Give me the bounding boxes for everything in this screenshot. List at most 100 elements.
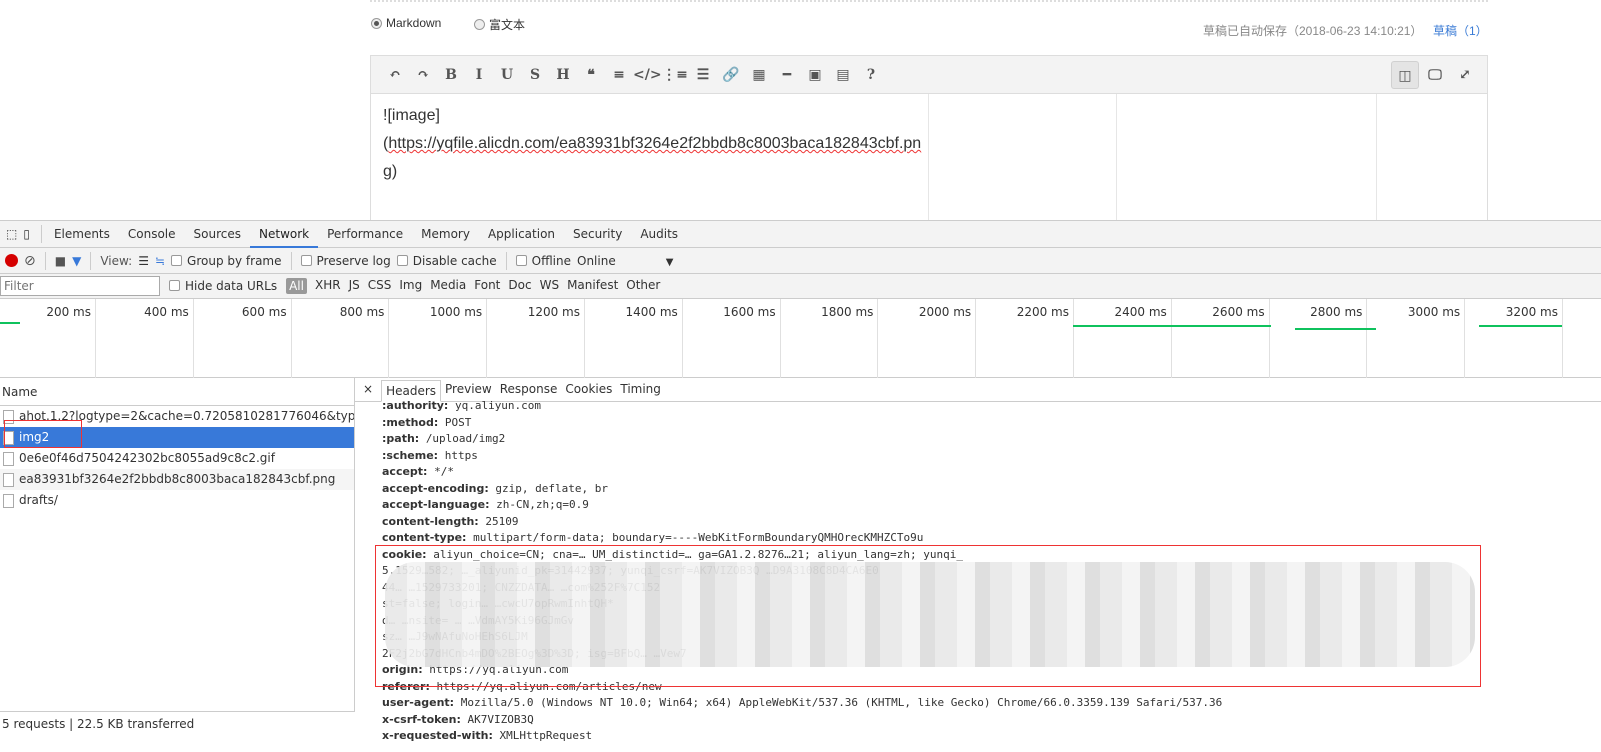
clear-icon[interactable]: ⊘ bbox=[24, 253, 36, 269]
close-icon[interactable]: × bbox=[355, 379, 381, 401]
split-view-icon[interactable]: ◫ bbox=[1391, 61, 1419, 89]
file-icon[interactable]: ▤ bbox=[829, 67, 857, 83]
header-line: content-type: multipart/form-data; bound… bbox=[382, 530, 1592, 547]
bold-icon[interactable]: B bbox=[437, 67, 465, 83]
ordered-list-icon[interactable]: ⋮≡ bbox=[661, 67, 689, 83]
throttle-select[interactable]: Online ▼ bbox=[577, 254, 673, 268]
content-text: ) bbox=[391, 163, 398, 180]
view-toggles: ◫ 🖵 ⤢ bbox=[1391, 61, 1479, 89]
mode-markdown-radio[interactable]: Markdown bbox=[371, 16, 441, 30]
tab-audits[interactable]: Audits bbox=[631, 221, 687, 248]
header-value: /upload/img2 bbox=[425, 432, 506, 445]
content-line: ![image] bbox=[383, 107, 440, 124]
request-row[interactable]: ea83931bf3264e2f2bbdb8c8003baca182843cbf… bbox=[0, 469, 354, 490]
divider bbox=[44, 251, 46, 270]
timeline-gridline bbox=[388, 299, 390, 378]
divider bbox=[90, 251, 92, 270]
fullscreen-icon[interactable]: ⤢ bbox=[1451, 61, 1479, 89]
timeline-gridline bbox=[486, 299, 488, 378]
header-line: :scheme: https bbox=[382, 448, 1592, 465]
request-row[interactable]: drafts/ bbox=[0, 490, 354, 511]
filter-icon[interactable]: ▼ bbox=[72, 254, 81, 268]
align-center-icon[interactable]: ≡ bbox=[605, 67, 633, 83]
editor-textarea[interactable]: ![image] (https://yqfile.alicdn.com/ea83… bbox=[383, 102, 923, 186]
file-icon bbox=[3, 472, 14, 487]
header-value: POST bbox=[444, 415, 472, 429]
name-column-header[interactable]: Name bbox=[0, 378, 354, 406]
redacted-area bbox=[385, 562, 1475, 667]
markdown-editor: ↶ ↷ B I U S H ❝ ≡ </> ⋮≡ ☰ 🔗 ▦ ━ ▣ ▤? ◫ 🖵 ⤢ ![image] (ht… bbox=[370, 55, 1488, 220]
drafts-link[interactable]: 草稿（1） bbox=[1433, 22, 1488, 39]
hr-icon[interactable]: ━ bbox=[773, 67, 801, 83]
header-name: x-requested-with: bbox=[382, 729, 493, 742]
heading-icon[interactable]: H bbox=[549, 67, 577, 83]
filter-type-doc[interactable]: Doc bbox=[508, 278, 531, 294]
mode-richtext-radio[interactable]: 富文本 bbox=[474, 16, 525, 33]
screenshot-icon[interactable]: ■ bbox=[55, 254, 66, 268]
hide-data-urls-checkbox[interactable]: Hide data URLs bbox=[169, 279, 277, 293]
filter-type-img[interactable]: Img bbox=[399, 278, 422, 294]
header-name: :path: bbox=[382, 432, 420, 445]
filter-type-media[interactable]: Media bbox=[430, 278, 466, 294]
filter-type-font[interactable]: Font bbox=[474, 278, 500, 294]
header-value: XMLHttpRequest bbox=[499, 729, 593, 742]
group-by-frame-checkbox[interactable]: Group by frame bbox=[171, 254, 282, 268]
tab-network[interactable]: Network bbox=[250, 221, 319, 248]
waterfall-icon[interactable]: ≒ bbox=[155, 254, 165, 268]
header-line: accept: */* bbox=[382, 464, 1592, 481]
header-value: https bbox=[444, 448, 478, 462]
filter-input[interactable] bbox=[0, 276, 160, 296]
code-icon[interactable]: </> bbox=[633, 67, 662, 83]
help-icon[interactable]: ? bbox=[857, 67, 885, 83]
tab-console[interactable]: Console bbox=[119, 221, 185, 248]
chevron-down-icon: ▼ bbox=[665, 256, 674, 268]
timeline-gridline bbox=[584, 299, 585, 378]
tab-security[interactable]: Security bbox=[564, 221, 631, 248]
filter-type-js[interactable]: JS bbox=[349, 278, 360, 294]
filter-type-all[interactable]: All bbox=[286, 278, 307, 294]
tab-performance[interactable]: Performance bbox=[318, 221, 412, 248]
tab-memory[interactable]: Memory bbox=[412, 221, 479, 248]
filter-type-other[interactable]: Other bbox=[626, 278, 660, 294]
file-icon bbox=[3, 451, 14, 466]
offline-checkbox[interactable]: Offline bbox=[515, 254, 571, 268]
quote-icon[interactable]: ❝ bbox=[577, 67, 605, 83]
link-icon[interactable]: 🔗 bbox=[717, 67, 745, 83]
timeline-gridline bbox=[1073, 299, 1074, 378]
editor-page: Markdown 富文本 草稿已自动保存（2018-06-23 14:10:21… bbox=[0, 0, 1601, 220]
large-rows-icon[interactable]: ☰ bbox=[138, 254, 149, 268]
redo-icon[interactable]: ↷ bbox=[409, 67, 437, 83]
timeline-gridline bbox=[1268, 299, 1270, 378]
preserve-log-checkbox[interactable]: Preserve log bbox=[300, 254, 391, 268]
timeline-bar bbox=[1073, 325, 1272, 327]
filter-type-css[interactable]: CSS bbox=[368, 278, 392, 294]
italic-icon[interactable]: I bbox=[465, 67, 493, 83]
timeline-gridline bbox=[779, 299, 781, 378]
underline-icon[interactable]: U bbox=[493, 67, 521, 83]
filter-type-manifest[interactable]: Manifest bbox=[567, 278, 618, 294]
disable-cache-checkbox[interactable]: Disable cache bbox=[396, 254, 497, 268]
divider bbox=[928, 94, 929, 220]
strikethrough-icon[interactable]: S bbox=[521, 67, 549, 83]
inspect-icon[interactable]: ⬚ bbox=[0, 221, 21, 248]
request-row[interactable]: 0e6e0f46d7504242302bc8055ad9c8c2.gif bbox=[0, 448, 354, 469]
table-icon[interactable]: ▦ bbox=[745, 67, 773, 83]
device-toggle-icon[interactable]: ▯ bbox=[21, 221, 38, 248]
tab-application[interactable]: Application bbox=[479, 221, 564, 248]
divider bbox=[40, 225, 42, 243]
filter-type-ws[interactable]: WS bbox=[540, 278, 559, 294]
image-icon[interactable]: ▣ bbox=[801, 67, 829, 83]
header-name: :scheme: bbox=[382, 448, 439, 462]
timeline-overview[interactable]: 200 ms 400 ms 600 ms 800 ms 1000 ms 1200 ms 14… bbox=[0, 299, 1601, 378]
undo-icon[interactable]: ↶ bbox=[381, 67, 409, 83]
record-icon[interactable] bbox=[5, 254, 18, 267]
timeline-tick-label: 400 ms bbox=[144, 305, 189, 319]
tab-elements[interactable]: Elements bbox=[45, 221, 119, 248]
unordered-list-icon[interactable]: ☰ bbox=[689, 67, 717, 83]
header-name: accept: bbox=[382, 465, 428, 478]
preview-icon[interactable]: 🖵 bbox=[1421, 61, 1449, 89]
tab-sources[interactable]: Sources bbox=[185, 221, 250, 248]
filter-type-xhr[interactable]: XHR bbox=[315, 278, 341, 294]
timeline-gridline bbox=[95, 299, 96, 378]
header-name: accept-encoding: bbox=[382, 481, 489, 495]
